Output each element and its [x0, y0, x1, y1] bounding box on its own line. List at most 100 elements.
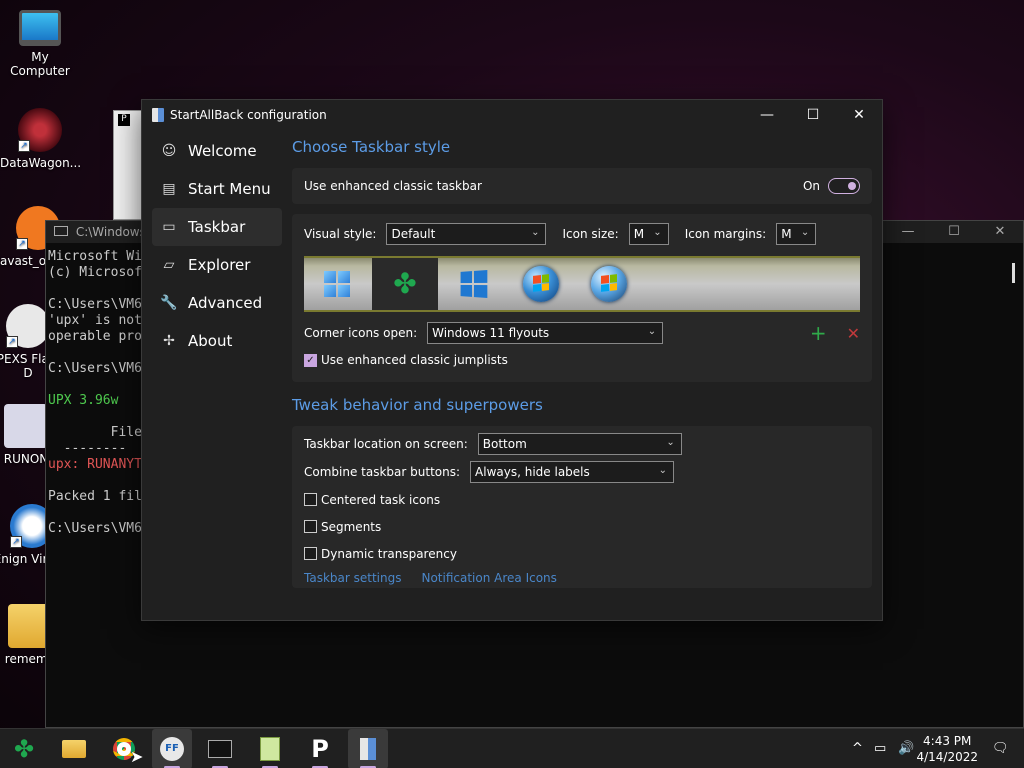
- combine-label: Combine taskbar buttons:: [304, 465, 461, 479]
- segments-checkbox[interactable]: [304, 520, 317, 533]
- maximize-button[interactable]: ☐: [790, 100, 836, 130]
- jpexs-icon: ↗: [6, 304, 50, 348]
- add-icon[interactable]: +: [810, 321, 827, 345]
- dynamic-transparency-checkbox[interactable]: [304, 547, 317, 560]
- p-app-icon: P: [118, 114, 130, 126]
- close-button[interactable]: ✕: [836, 100, 882, 130]
- centered-icons-label: Centered task icons: [321, 492, 441, 507]
- clock-date: 4/14/2022: [916, 750, 978, 764]
- startallback-dialog: StartAllBack configuration — ☐ ✕ ☺ Welco…: [141, 99, 883, 621]
- sidebar-item-label: Explorer: [188, 256, 251, 274]
- start-menu-icon: ▤: [162, 181, 176, 197]
- desktop-icon-label: DataWagon...: [0, 156, 82, 170]
- console-minimize-button[interactable]: —: [885, 221, 931, 243]
- datawagon-icon: ↗: [18, 108, 62, 152]
- taskbar-settings-link[interactable]: Taskbar settings: [304, 571, 401, 585]
- taskbar-style-picker: ✤: [304, 256, 860, 312]
- sidebar-item-welcome[interactable]: ☺ Welcome: [152, 132, 282, 170]
- sidebar-item-advanced[interactable]: 🔧 Advanced: [152, 284, 282, 322]
- location-select[interactable]: Bottom ⌄: [477, 433, 682, 455]
- visual-style-label: Visual style:: [304, 227, 377, 241]
- icon-size-value: M: [633, 227, 645, 241]
- console-line: C:\Users\VM6: [48, 361, 142, 376]
- dynamic-transparency-row[interactable]: Dynamic transparency: [292, 540, 872, 567]
- dialog-title: StartAllBack configuration: [170, 108, 327, 122]
- desktop-icon-my-computer[interactable]: My Computer: [0, 10, 80, 78]
- icon-margins-label: Icon margins:: [684, 227, 767, 241]
- style-option-windows-7[interactable]: [508, 258, 574, 310]
- desktop-icon-label: My Computer: [10, 50, 70, 78]
- console-maximize-button[interactable]: ☐: [931, 221, 977, 243]
- sidebar-item-label: Start Menu: [188, 180, 271, 198]
- taskbar-notepad-plus[interactable]: [250, 729, 290, 768]
- clock[interactable]: 4:43 PM 4/14/2022: [916, 733, 978, 765]
- mouse-cursor-icon: ➤: [130, 747, 144, 766]
- links-row: Taskbar settings Notification Area Icons: [292, 567, 872, 589]
- sidebar-item-explorer[interactable]: ▱ Explorer: [152, 246, 282, 284]
- windows-7-orb-icon: [523, 266, 559, 302]
- show-hidden-icons-chevron[interactable]: ^: [852, 741, 863, 756]
- segments-row[interactable]: Segments: [292, 513, 872, 540]
- notepad-plus-icon: [260, 737, 280, 761]
- startallback-app-icon: [152, 108, 164, 122]
- visual-style-select[interactable]: Default ⌄: [386, 223, 547, 245]
- shortcut-arrow-icon: ↗: [10, 536, 22, 548]
- corner-icons-label: Corner icons open:: [304, 326, 418, 340]
- taskbar-chrome[interactable]: ➤: [104, 729, 144, 768]
- remove-icon[interactable]: ✕: [847, 324, 860, 343]
- style-option-clover[interactable]: ✤: [372, 258, 438, 310]
- console-line: (c) Microsof: [48, 265, 142, 280]
- taskbar-startallback[interactable]: [348, 729, 388, 768]
- taskbar-command-prompt[interactable]: [200, 729, 240, 768]
- chevron-down-icon: ⌄: [658, 465, 668, 476]
- combine-select[interactable]: Always, hide labels ⌄: [470, 461, 675, 483]
- taskbar-ffdec[interactable]: FF: [152, 729, 192, 768]
- taskbar-p-app[interactable]: P: [300, 729, 340, 768]
- start-button[interactable]: ✤: [4, 729, 44, 768]
- console-close-button[interactable]: ✕: [977, 221, 1023, 243]
- style-options-row: Visual style: Default ⌄ Icon size: M ⌄ I…: [292, 214, 872, 250]
- console-title: C:\Windows\: [75, 225, 150, 239]
- location-label: Taskbar location on screen:: [304, 437, 468, 451]
- sidebar-item-about[interactable]: ✢ About: [152, 322, 282, 360]
- icon-margins-select[interactable]: M ⌄: [776, 223, 817, 245]
- sidebar-item-label: Advanced: [188, 294, 263, 312]
- sidebar-item-start-menu[interactable]: ▤ Start Menu: [152, 170, 282, 208]
- console-line: upx: RUNANYT: [48, 457, 142, 472]
- style-option-windows-vista[interactable]: [576, 258, 642, 310]
- network-icon[interactable]: ▭: [874, 741, 886, 756]
- icon-size-label: Icon size:: [562, 227, 619, 241]
- centered-icons-row[interactable]: Centered task icons: [292, 486, 872, 513]
- style-option-windows-10[interactable]: [440, 258, 506, 310]
- folder-icon: ▱: [163, 257, 175, 273]
- notifications-icon[interactable]: 🗨: [992, 741, 1009, 756]
- combine-value: Always, hide labels: [475, 465, 590, 479]
- console-line: --------: [63, 441, 127, 456]
- console-line: Packed 1 fil: [48, 489, 142, 504]
- taskbar-style-heading: Choose Taskbar style: [292, 138, 451, 156]
- icon-size-select[interactable]: M ⌄: [628, 223, 669, 245]
- jumplists-checkbox[interactable]: ✓: [304, 353, 317, 367]
- console-scrollbar[interactable]: [1012, 263, 1015, 283]
- style-option-windows-11[interactable]: [304, 258, 370, 310]
- desktop-icon-datawagon[interactable]: ↗ DataWagon...: [0, 108, 82, 170]
- rabbit-icon: [4, 404, 48, 448]
- sidebar-item-label: Taskbar: [188, 218, 246, 236]
- file-explorer-icon: [62, 740, 86, 758]
- jumplists-label: Use enhanced classic jumplists: [321, 353, 508, 367]
- notification-area-icons-link[interactable]: Notification Area Icons: [421, 571, 556, 585]
- corner-icons-select[interactable]: Windows 11 flyouts ⌄: [427, 322, 664, 344]
- visual-style-value: Default: [391, 227, 436, 241]
- pinwheel-icon: ✢: [163, 333, 175, 349]
- volume-icon[interactable]: 🔊: [898, 741, 914, 756]
- minimize-button[interactable]: —: [744, 100, 790, 130]
- chevron-down-icon: ⌄: [653, 227, 662, 238]
- sidebar-item-taskbar[interactable]: ▭ Taskbar: [152, 208, 282, 246]
- jumplists-row[interactable]: ✓ Use enhanced classic jumplists: [292, 348, 872, 372]
- toggle-switch[interactable]: [828, 178, 860, 194]
- taskbar-file-explorer[interactable]: [54, 729, 94, 768]
- centered-icons-checkbox[interactable]: [304, 493, 317, 506]
- enhanced-taskbar-toggle[interactable]: On: [803, 178, 860, 194]
- startallback-icon: [360, 738, 376, 760]
- tweak-panel: Taskbar location on screen: Bottom ⌄ Com…: [292, 426, 872, 588]
